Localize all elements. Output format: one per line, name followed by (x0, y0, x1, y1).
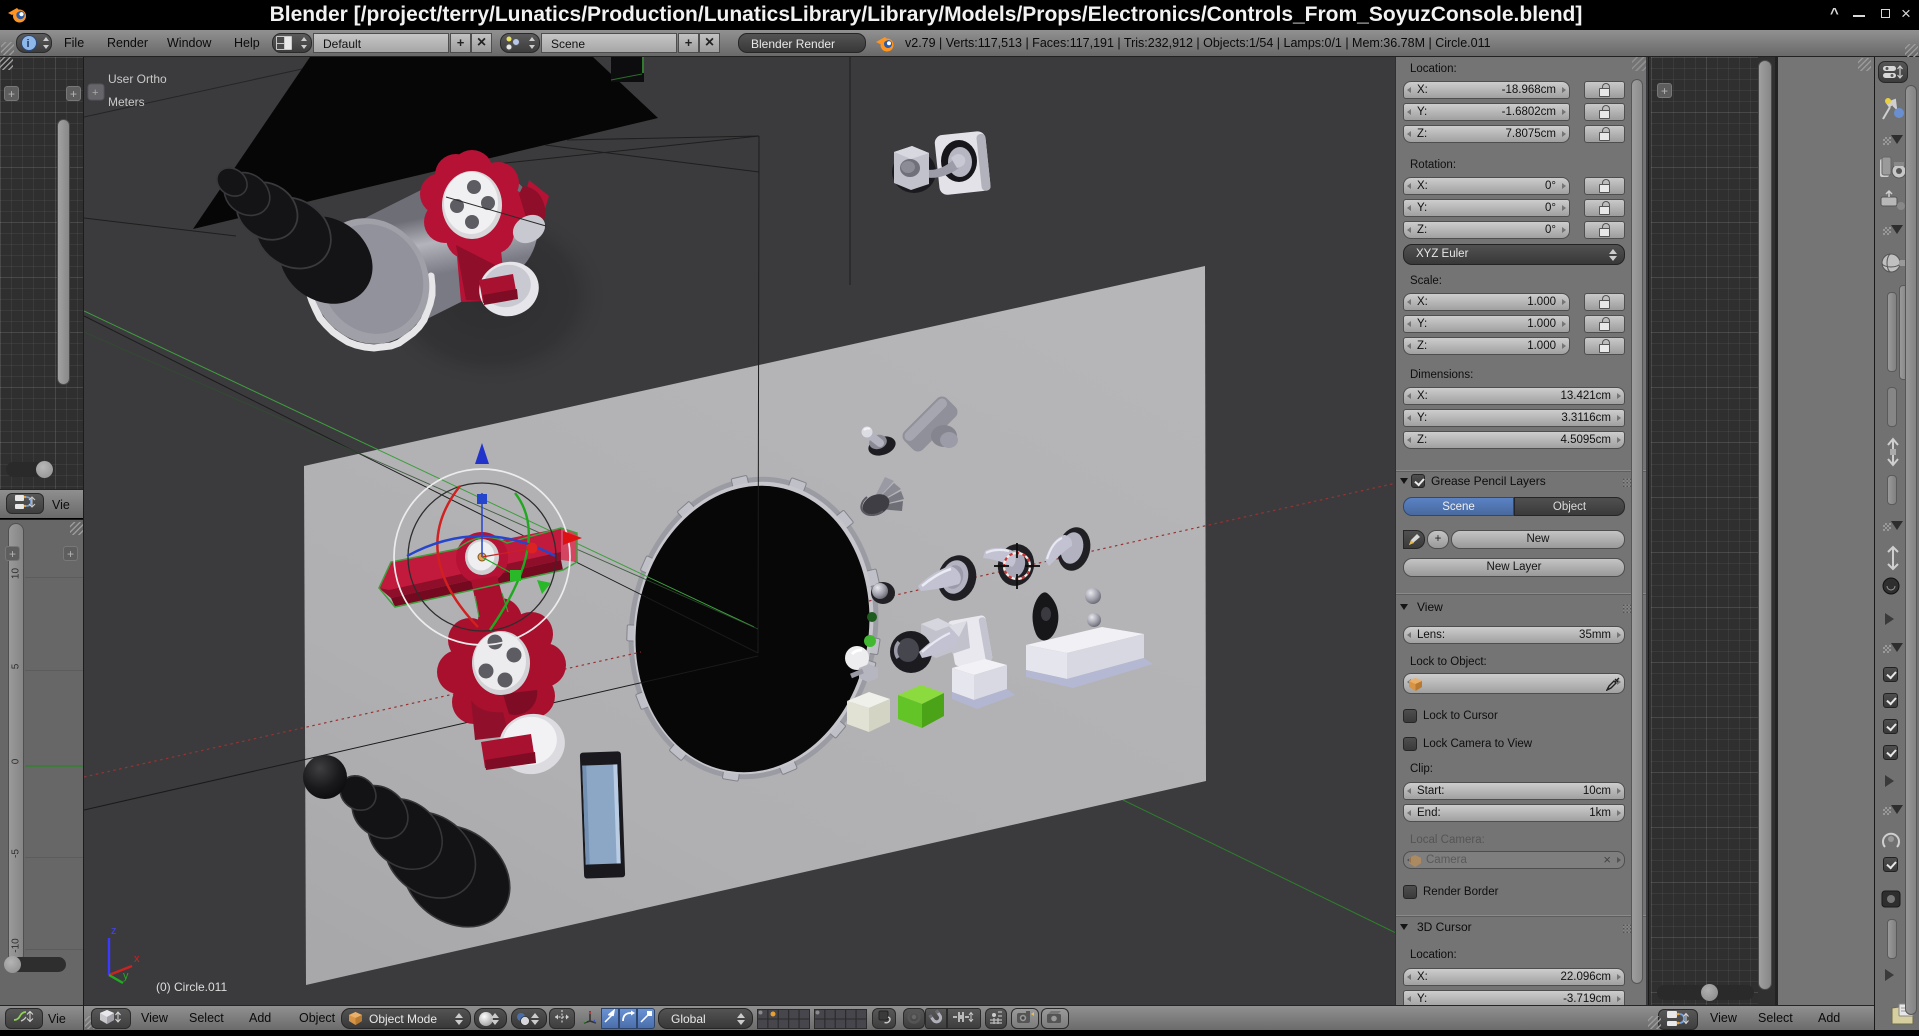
svg-text:i: i (27, 38, 30, 50)
svg-text:(0) Circle.011: (0) Circle.011 (156, 980, 227, 994)
svg-text:y: y (123, 970, 129, 982)
svg-text:User Ortho: User Ortho (108, 72, 167, 86)
svg-text:z: z (111, 925, 117, 937)
svg-text:Meters: Meters (108, 95, 145, 109)
svg-text:+: + (92, 87, 98, 99)
svg-text:x: x (134, 953, 140, 965)
